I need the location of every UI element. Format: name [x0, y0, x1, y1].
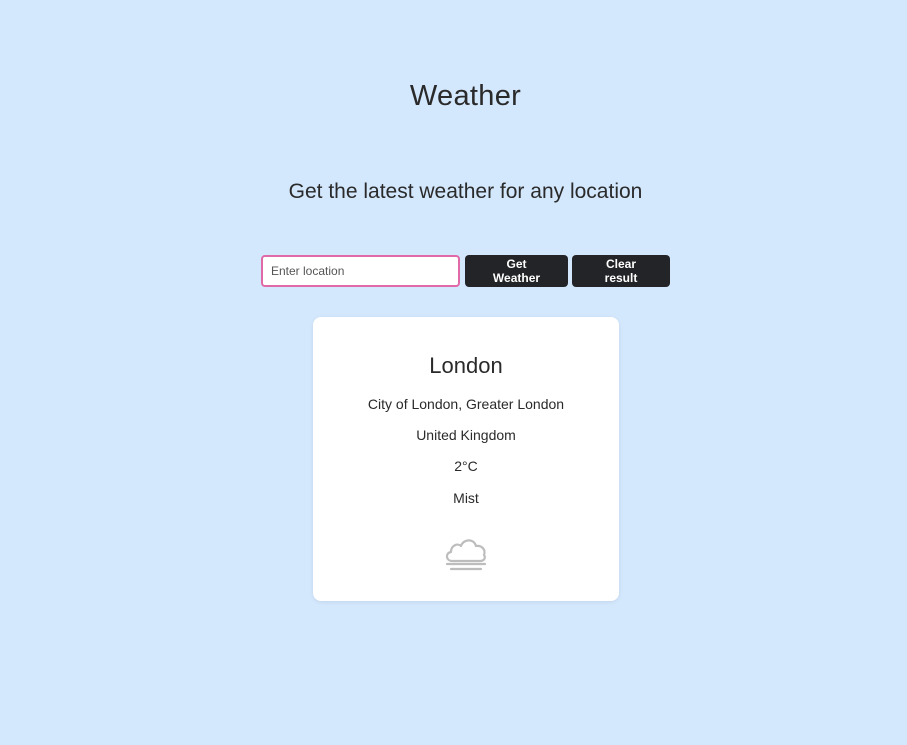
city-name: London [429, 353, 503, 378]
weather-result-card: London City of London, Greater London Un… [313, 317, 619, 601]
page-title: Weather [409, 80, 522, 112]
clear-result-button[interactable]: Clear result [572, 255, 670, 287]
get-weather-button[interactable]: Get Weather [465, 255, 568, 287]
search-bar: Get Weather Clear result [261, 255, 670, 287]
page-subtitle: Get the latest weather for any location [288, 180, 643, 203]
region-text: City of London, Greater London [367, 396, 565, 412]
temperature-text: 2°C [454, 458, 478, 474]
condition-text: Mist [453, 490, 479, 506]
location-input[interactable] [261, 255, 460, 287]
mist-cloud-icon [445, 539, 487, 571]
country-text: United Kingdom [416, 427, 516, 443]
